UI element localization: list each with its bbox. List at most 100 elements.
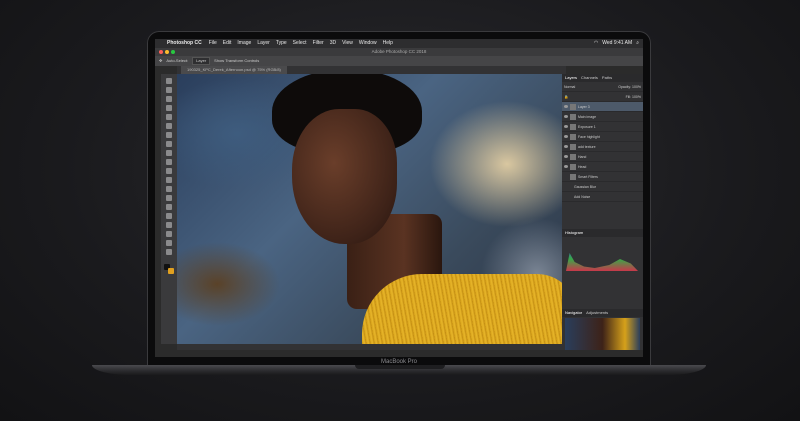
- layer-name: Main image: [578, 114, 597, 119]
- quick-select-tool[interactable]: [166, 105, 172, 111]
- dodge-tool[interactable]: [166, 195, 172, 201]
- tab-layers[interactable]: Layers: [565, 74, 577, 82]
- layer-row[interactable]: Face highlight: [562, 132, 643, 142]
- background-color-swatch[interactable]: [168, 268, 174, 274]
- menu-app-name[interactable]: Photoshop CC: [165, 39, 206, 48]
- layer-lock-row: 🔒 Fill: 100%: [562, 92, 643, 102]
- smart-filter-thumbnail: [570, 173, 576, 180]
- menu-select[interactable]: Select: [290, 39, 310, 48]
- laptop-lid: Photoshop CC File Edit Image Layer Type …: [147, 31, 651, 367]
- zoom-tool[interactable]: [166, 249, 172, 255]
- eraser-tool[interactable]: [166, 168, 172, 174]
- move-tool[interactable]: [166, 78, 172, 84]
- menu-edit[interactable]: Edit: [220, 39, 235, 48]
- path-selection-tool[interactable]: [166, 222, 172, 228]
- layer-row[interactable]: add texture: [562, 142, 643, 152]
- visibility-eye-icon[interactable]: [564, 165, 568, 168]
- layer-name: add texture: [578, 144, 596, 149]
- blur-tool[interactable]: [166, 186, 172, 192]
- document-tab[interactable]: 190325_KPC_Derek_Afternoon.psd @ 75% (RG…: [181, 66, 287, 74]
- visibility-eye-icon[interactable]: [564, 145, 568, 148]
- auto-select-dropdown[interactable]: Layer: [192, 57, 211, 65]
- auto-select-checkbox[interactable]: Auto-Select:: [166, 56, 188, 66]
- crop-tool[interactable]: [166, 114, 172, 120]
- tab-histogram[interactable]: Histogram: [565, 229, 583, 237]
- gradient-tool[interactable]: [166, 177, 172, 183]
- window-title: Adobe Photoshop CC 2018: [371, 49, 427, 54]
- opacity-field[interactable]: Opacity: 100%: [618, 85, 643, 89]
- lock-icon[interactable]: 🔒: [564, 95, 568, 99]
- tab-adjustments[interactable]: Adjustments: [586, 309, 608, 317]
- visibility-eye-icon[interactable]: [564, 115, 568, 118]
- transform-controls-checkbox[interactable]: Show Transform Controls: [214, 56, 259, 66]
- hand-tool[interactable]: [166, 240, 172, 246]
- histogram-tabs: Histogram: [562, 229, 643, 237]
- wifi-icon[interactable]: ◠: [594, 39, 598, 48]
- layer-controls: Normal Opacity: 100%: [562, 82, 643, 92]
- zoom-window-button[interactable]: [171, 50, 175, 54]
- pen-tool[interactable]: [166, 204, 172, 210]
- histogram-graph: [566, 253, 638, 271]
- marquee-tool[interactable]: [166, 87, 172, 93]
- navigator-thumbnail[interactable]: [565, 318, 640, 350]
- menu-window[interactable]: Window: [356, 39, 380, 48]
- menu-3d[interactable]: 3D: [327, 39, 339, 48]
- blend-mode-dropdown[interactable]: Normal: [564, 85, 575, 89]
- lasso-tool[interactable]: [166, 96, 172, 102]
- image-canvas[interactable]: [177, 74, 562, 344]
- portrait-sweater: [362, 274, 562, 344]
- menu-layer[interactable]: Layer: [254, 39, 273, 48]
- minimize-window-button[interactable]: [165, 50, 169, 54]
- layer-name: Face highlight: [578, 134, 600, 139]
- menu-image[interactable]: Image: [234, 39, 254, 48]
- shape-tool[interactable]: [166, 231, 172, 237]
- window-title-bar: Adobe Photoshop CC 2018: [155, 48, 643, 56]
- visibility-eye-icon[interactable]: [564, 155, 568, 158]
- navigator-panel: Navigator Adjustments: [562, 309, 643, 350]
- layer-row[interactable]: Add Noise: [562, 192, 643, 202]
- menu-filter[interactable]: Filter: [310, 39, 327, 48]
- laptop-open-notch: [355, 365, 445, 369]
- layer-thumbnail: [570, 133, 576, 140]
- layer-thumbnail: [570, 143, 576, 150]
- fill-field[interactable]: Fill: 100%: [626, 95, 643, 99]
- document-tab-bar: 190325_KPC_Derek_Afternoon.psd @ 75% (RG…: [177, 66, 566, 74]
- layer-thumbnail: [570, 163, 576, 170]
- brush-tool[interactable]: [166, 141, 172, 147]
- clone-stamp-tool[interactable]: [166, 150, 172, 156]
- navigator-tabs: Navigator Adjustments: [562, 309, 643, 317]
- menu-type[interactable]: Type: [273, 39, 290, 48]
- move-tool-icon[interactable]: ✥: [159, 56, 162, 66]
- layer-row[interactable]: Gaussian Blur: [562, 182, 643, 192]
- tab-navigator[interactable]: Navigator: [565, 309, 582, 317]
- layer-name: Layer 3: [578, 104, 590, 109]
- menu-view[interactable]: View: [339, 39, 356, 48]
- history-brush-tool[interactable]: [166, 159, 172, 165]
- eyedropper-tool[interactable]: [166, 123, 172, 129]
- tab-paths[interactable]: Paths: [602, 74, 612, 82]
- options-bar: ✥ Auto-Select: Layer Show Transform Cont…: [155, 56, 643, 66]
- layer-thumbnail: [570, 103, 576, 110]
- clock[interactable]: Wed 9:41 AM: [602, 39, 632, 48]
- menu-file[interactable]: File: [206, 39, 220, 48]
- layer-name: Hand: [578, 154, 587, 159]
- layer-thumbnail: [570, 153, 576, 160]
- healing-brush-tool[interactable]: [166, 132, 172, 138]
- filter-name: Gaussian Blur: [574, 184, 596, 189]
- tools-panel: [161, 74, 177, 344]
- type-tool[interactable]: [166, 213, 172, 219]
- layer-name: Smart Filters: [578, 174, 598, 179]
- layer-row[interactable]: Hand: [562, 152, 643, 162]
- close-window-button[interactable]: [159, 50, 163, 54]
- menu-help[interactable]: Help: [380, 39, 396, 48]
- layer-row[interactable]: Exposure 1: [562, 122, 643, 132]
- visibility-eye-icon[interactable]: [564, 105, 568, 108]
- layer-row[interactable]: Main image: [562, 112, 643, 122]
- layer-row[interactable]: Layer 3: [562, 102, 643, 112]
- visibility-eye-icon[interactable]: [564, 135, 568, 138]
- layer-row[interactable]: Smart Filters: [562, 172, 643, 182]
- search-icon[interactable]: ⌕: [636, 39, 639, 48]
- tab-channels[interactable]: Channels: [581, 74, 598, 82]
- visibility-eye-icon[interactable]: [564, 125, 568, 128]
- layer-row[interactable]: Head: [562, 162, 643, 172]
